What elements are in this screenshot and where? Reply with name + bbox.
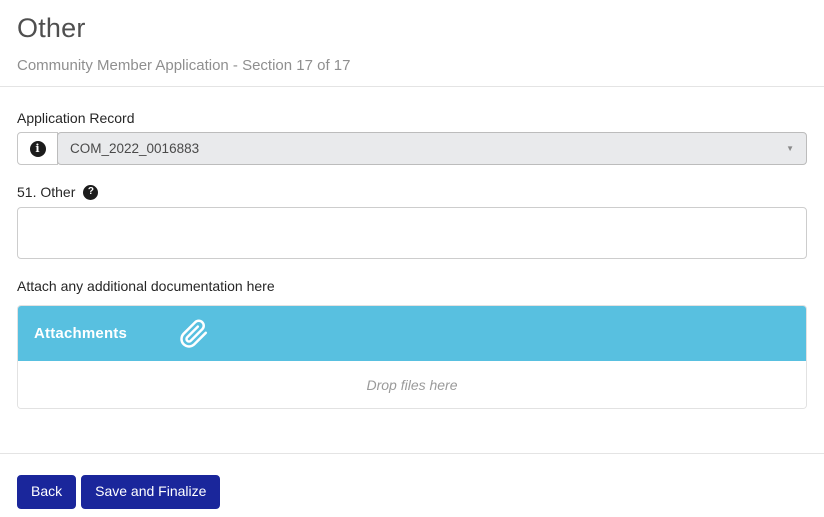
form-actions: Back Save and Finalize xyxy=(17,475,807,509)
paperclip-icon[interactable] xyxy=(179,319,209,349)
question-circle-icon[interactable]: ? xyxy=(83,185,98,200)
other-question-row: 51. Other ? xyxy=(17,184,807,200)
save-and-finalize-button[interactable]: Save and Finalize xyxy=(81,475,220,509)
footer-divider xyxy=(0,453,824,454)
info-circle-icon: i xyxy=(30,141,46,157)
attachments-instruction: Attach any additional documentation here xyxy=(17,278,807,294)
info-button[interactable]: i xyxy=(17,132,58,165)
application-record-group: i COM_2022_0016883 ▼ xyxy=(17,132,807,165)
other-question-input[interactable] xyxy=(17,207,807,259)
caret-down-icon: ▼ xyxy=(786,144,794,153)
application-record-select[interactable]: COM_2022_0016883 ▼ xyxy=(57,132,807,165)
dropzone-text: Drop files here xyxy=(366,377,457,393)
form-section: Application Record i COM_2022_0016883 ▼ … xyxy=(0,110,824,509)
application-record-value: COM_2022_0016883 xyxy=(70,141,199,156)
page-header: Other Community Member Application - Sec… xyxy=(0,13,824,74)
page-subtitle: Community Member Application - Section 1… xyxy=(17,57,807,74)
file-dropzone[interactable]: Drop files here xyxy=(18,361,806,408)
attachments-header: Attachments xyxy=(18,306,806,361)
back-button[interactable]: Back xyxy=(17,475,76,509)
attachments-panel: Attachments Drop files here xyxy=(17,305,807,409)
other-question-label: 51. Other xyxy=(17,184,75,200)
attachments-title: Attachments xyxy=(34,325,127,342)
page-title: Other xyxy=(17,13,807,44)
header-divider xyxy=(0,86,824,87)
application-record-label: Application Record xyxy=(17,110,807,126)
